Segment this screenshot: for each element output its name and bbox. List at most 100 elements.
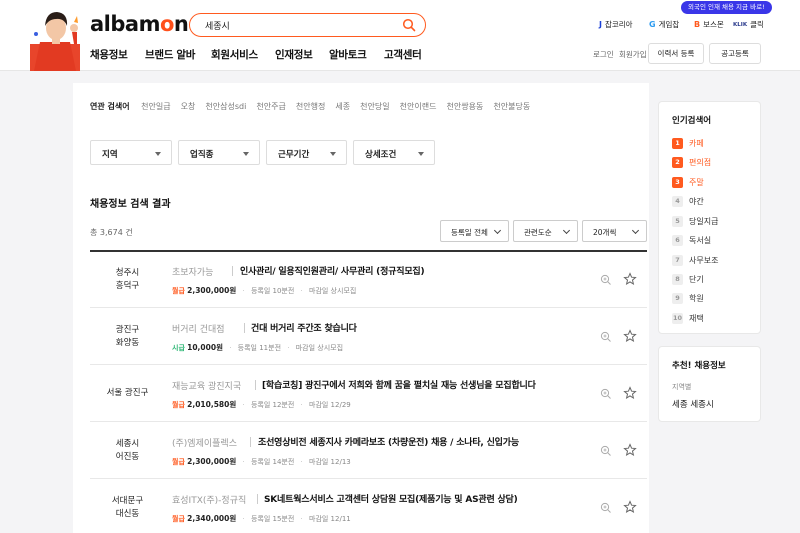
nav-brand-alba[interactable]: 브랜드 알바: [145, 47, 195, 62]
popular-search-panel: 인기검색어 1 카페 2 편의점 3 주말 4 야간 5 당일지급 6 독서실 7 사무보조 …: [658, 101, 761, 334]
popular-keyword[interactable]: 6 독서실: [672, 234, 711, 247]
filter-job-type-dropdown[interactable]: 업직종: [178, 140, 260, 165]
popular-keyword[interactable]: 9 학원: [672, 292, 704, 305]
job-title[interactable]: 조선영상비전 세종지사 카메라보조 (차량운전) 채용 / 소나타, 신입가능: [258, 435, 519, 448]
deadline: 마감일 12/13: [309, 458, 351, 466]
related-keyword[interactable]: 천안주급: [256, 102, 285, 111]
family-site-jobkorea[interactable]: J 잡코리아: [599, 19, 633, 30]
keyword-text: 카페: [689, 139, 704, 148]
chevron-down-icon: [493, 226, 502, 235]
popular-keyword[interactable]: 2 편의점: [672, 156, 711, 169]
popular-keyword[interactable]: 4 야간: [672, 195, 704, 208]
zoom-in-icon[interactable]: [600, 388, 612, 400]
nav-alba-talk[interactable]: 알바토크: [329, 47, 367, 62]
job-list-item[interactable]: 광진구 화양동 버거리 건대점 건대 버거리 주간조 찾습니다 시급 10,00…: [90, 308, 647, 365]
registered-time: 등록일 15분전: [250, 515, 295, 523]
job-company[interactable]: (주)엠제이플렉스: [172, 436, 237, 449]
job-location: 서울 광진구: [90, 365, 165, 422]
related-keyword[interactable]: 천안불당동: [493, 102, 530, 111]
job-company[interactable]: 초보자가능: [172, 265, 213, 278]
popular-keyword[interactable]: 8 단기: [672, 273, 704, 286]
filter-region-dropdown[interactable]: 지역: [90, 140, 172, 165]
star-icon[interactable]: [623, 329, 637, 343]
popular-keyword[interactable]: 1 카페: [672, 137, 704, 150]
rank-badge: 2: [672, 157, 683, 168]
nav-job-info[interactable]: 채용정보: [90, 47, 128, 62]
rank-badge: 6: [672, 235, 683, 246]
job-list-item[interactable]: 서대문구 대신동 효성ITX(주)-정규직 SK네트웍스서비스 고객센터 상담원…: [90, 479, 647, 533]
job-company[interactable]: 재능교육 광진지국: [172, 379, 241, 392]
star-icon[interactable]: [623, 443, 637, 457]
jobkorea-icon: J: [599, 20, 602, 29]
star-icon[interactable]: [623, 386, 637, 400]
job-location: 세종시 어진동: [90, 422, 165, 479]
post-job-button[interactable]: 공고등록: [709, 43, 761, 64]
keyword-text: 당일지급: [689, 217, 719, 226]
filter-label: 근무기간: [278, 150, 310, 160]
divider: [250, 437, 251, 447]
search-input[interactable]: [205, 18, 395, 32]
recommended-jobs-panel: 추천! 채용정보 지역별 세종 세종시: [658, 346, 761, 422]
search-icon[interactable]: [402, 18, 416, 32]
recommended-region-link[interactable]: 세종 세종시: [672, 398, 714, 410]
keyword-text: 야간: [689, 197, 704, 206]
popular-keyword[interactable]: 5 당일지급: [672, 215, 718, 228]
zoom-in-icon[interactable]: [600, 274, 612, 286]
filter-detail-dropdown[interactable]: 상세조건: [353, 140, 435, 165]
deadline: 마감일 상시모집: [295, 344, 344, 352]
related-keyword[interactable]: 천안이랜드: [400, 102, 437, 111]
job-list-item[interactable]: 청주시 흥덕구 초보자가능 인사관리/ 일용직인원관리/ 사무관리 (정규직모집…: [90, 251, 647, 308]
family-site-klik[interactable]: KLIK 클릭: [733, 19, 764, 30]
related-keyword[interactable]: 세종: [335, 102, 350, 111]
related-keyword[interactable]: 천안삼성sdi: [205, 102, 246, 111]
family-site-gamejob[interactable]: G 게임잡: [649, 19, 679, 30]
resume-register-button[interactable]: 이력서 등록: [648, 43, 704, 64]
related-keyword[interactable]: 천안일급: [141, 102, 170, 111]
job-list-item[interactable]: 서울 광진구 재능교육 광진지국 [학습코칭] 광진구에서 저희와 함께 꿈을 …: [90, 365, 647, 422]
keyword-text: 재택: [689, 314, 704, 323]
job-title[interactable]: [학습코칭] 광진구에서 저희와 함께 꿈을 펼치실 재능 선생님을 모집합니다: [262, 378, 536, 391]
filter-period-dropdown[interactable]: 근무기간: [266, 140, 347, 165]
popular-keyword[interactable]: 3 주말: [672, 176, 704, 189]
sort-relevance-select[interactable]: 관련도순: [513, 220, 578, 242]
klik-icon: KLIK: [733, 21, 748, 28]
popular-keyword[interactable]: 10 재택: [672, 312, 704, 325]
star-icon[interactable]: [623, 500, 637, 514]
keyword-text: 편의점: [689, 158, 712, 167]
zoom-in-icon[interactable]: [600, 331, 612, 343]
popular-keyword[interactable]: 7 사무보조: [672, 254, 718, 267]
star-icon[interactable]: [623, 272, 637, 286]
related-keyword[interactable]: 천안행정: [296, 102, 325, 111]
nav-member-service[interactable]: 회원서비스: [211, 47, 258, 62]
select-value: 20개씩: [593, 228, 617, 237]
signup-link[interactable]: 회원가입: [619, 49, 647, 60]
zoom-in-icon[interactable]: [600, 502, 612, 514]
job-title[interactable]: SK네트웍스서비스 고객센터 상담원 모집(제품기능 및 AS관련 상담): [264, 492, 518, 505]
family-site-bossmon[interactable]: B 보스몬: [694, 19, 724, 30]
nav-customer-center[interactable]: 고객센터: [384, 47, 422, 62]
job-location-district: 대신동: [115, 508, 140, 519]
job-title[interactable]: 건대 버거리 주간조 찾습니다: [251, 321, 357, 334]
nav-talent-info[interactable]: 인재정보: [275, 47, 313, 62]
job-company[interactable]: 버거리 건대점: [172, 322, 225, 335]
filter-label: 지역: [102, 150, 118, 160]
job-company[interactable]: 효성ITX(주)-정규직: [172, 493, 246, 506]
divider: [244, 323, 245, 333]
foreign-talent-promo-badge[interactable]: 외국인 인재 채용 지금 바로!: [681, 1, 772, 14]
login-link[interactable]: 로그인: [593, 49, 614, 60]
sort-date-select[interactable]: 등록일 전체: [440, 220, 509, 242]
divider: [255, 380, 256, 390]
zoom-in-icon[interactable]: [600, 445, 612, 457]
job-title[interactable]: 인사관리/ 일용직인원관리/ 사무관리 (정규직모집): [240, 264, 425, 277]
related-keyword[interactable]: 천안쌍용동: [447, 102, 484, 111]
pay-amount: 2,340,000원: [187, 514, 237, 523]
related-keyword[interactable]: 오창: [181, 102, 196, 111]
albamon-logo[interactable]: albamon: [90, 12, 189, 36]
related-keyword[interactable]: 천안당일: [360, 102, 389, 111]
search-box[interactable]: [189, 13, 426, 37]
keyword-text: 단기: [689, 275, 704, 284]
logo-text: albamon: [90, 12, 189, 36]
pay-amount: 2,010,580원: [187, 400, 237, 409]
job-list-item[interactable]: 세종시 어진동 (주)엠제이플렉스 조선영상비전 세종지사 카메라보조 (차량운…: [90, 422, 647, 479]
page-size-select[interactable]: 20개씩: [582, 220, 647, 242]
